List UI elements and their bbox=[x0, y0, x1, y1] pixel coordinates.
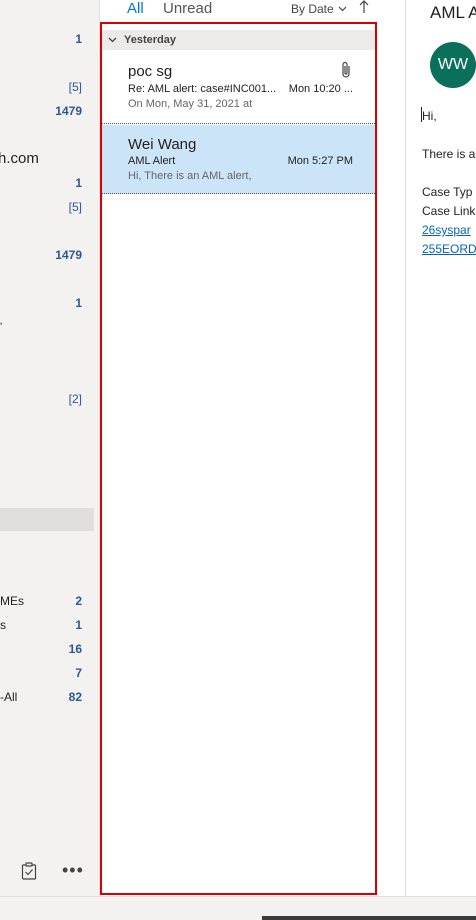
folder-item[interactable]: 7 bbox=[0, 666, 94, 686]
avatar[interactable]: WW bbox=[430, 42, 476, 88]
folder-unread-count: 7 bbox=[75, 666, 82, 680]
message-list: Yesterday poc sg Re: AML alert: case#INC… bbox=[100, 22, 377, 895]
folder-item[interactable]: 1 bbox=[0, 32, 94, 52]
folder-item[interactable]: 1479 bbox=[0, 104, 94, 124]
account-name[interactable]: h.com bbox=[0, 150, 39, 167]
chevron-down-icon bbox=[108, 35, 124, 46]
folder-draft-count: [5] bbox=[68, 80, 82, 94]
folder-item[interactable]: MEs 2 bbox=[0, 594, 94, 614]
reading-pane: AML A WW Hi, There is a Case Typ Case Li… bbox=[405, 0, 476, 896]
selected-folder-row[interactable] bbox=[0, 508, 94, 531]
folder-draft-count: [5] bbox=[68, 200, 82, 214]
chevron-down-icon bbox=[338, 6, 347, 12]
folder-unread-count: 82 bbox=[68, 690, 82, 704]
body-text: There is a bbox=[422, 147, 476, 161]
message-item[interactable]: poc sg Re: AML alert: case#INC001... Mon… bbox=[102, 52, 375, 124]
folder-unread-count: 1479 bbox=[55, 248, 82, 262]
more-options-button[interactable]: ••• bbox=[62, 860, 84, 880]
message-subject: Re: AML alert: case#INC001... bbox=[128, 83, 277, 95]
reading-subject: AML A bbox=[430, 3, 476, 22]
folder-item[interactable]: [2] bbox=[0, 392, 94, 412]
folder-item[interactable]: -All 82 bbox=[0, 690, 94, 710]
folder-unread-count: 1479 bbox=[55, 104, 82, 118]
arrow-up-icon bbox=[359, 0, 369, 13]
folder-truncated-mark: ' bbox=[0, 320, 3, 334]
folder-unread-count: 2 bbox=[75, 594, 82, 608]
taskbar-edge bbox=[262, 916, 476, 920]
folder-item[interactable]: 16 bbox=[0, 642, 94, 662]
folder-item[interactable]: [5] bbox=[0, 200, 94, 220]
folder-unread-count: 1 bbox=[75, 176, 82, 190]
message-time: Mon 10:20 ... bbox=[288, 83, 353, 95]
folder-unread-count: 1 bbox=[75, 618, 82, 632]
message-time: Mon 5:27 PM bbox=[287, 155, 353, 167]
folder-item[interactable]: [5] bbox=[0, 80, 94, 100]
folder-pane: 1 [5] 1479 h.com 1 [5] 1479 1 ' [2] MEs … bbox=[0, 0, 100, 896]
tab-unread[interactable]: Unread bbox=[163, 0, 212, 18]
group-header-yesterday[interactable]: Yesterday bbox=[102, 30, 375, 50]
case-link-continued[interactable]: 255EORD bbox=[422, 242, 476, 256]
tab-all[interactable]: All bbox=[127, 0, 144, 18]
folder-unread-count: 16 bbox=[68, 642, 82, 656]
folder-item[interactable]: s 1 bbox=[0, 618, 94, 638]
sort-direction-button[interactable] bbox=[359, 0, 369, 19]
status-bar bbox=[0, 896, 476, 920]
folder-item[interactable]: 1479 bbox=[0, 248, 94, 268]
clipboard-check-icon[interactable] bbox=[17, 859, 41, 883]
message-preview: Hi, There is an AML alert, bbox=[128, 170, 252, 182]
paperclip-icon bbox=[342, 61, 350, 78]
folder-unread-count: 1 bbox=[75, 32, 82, 46]
folder-draft-count: [2] bbox=[68, 392, 82, 406]
message-list-header: All Unread By Date bbox=[100, 0, 405, 22]
case-link[interactable]: 26syspar bbox=[422, 223, 471, 237]
folder-unread-count: 1 bbox=[75, 296, 82, 310]
message-subject: AML Alert bbox=[128, 155, 176, 167]
message-preview: On Mon, May 31, 2021 at bbox=[128, 98, 253, 110]
message-sender: poc sg bbox=[128, 63, 173, 80]
folder-item[interactable]: 1 bbox=[0, 176, 94, 196]
folder-item[interactable]: 1 bbox=[0, 296, 94, 316]
case-type-label: Case Typ bbox=[422, 185, 473, 199]
sort-by-button[interactable]: By Date bbox=[291, 2, 347, 16]
sort-label: By Date bbox=[291, 2, 334, 16]
case-link-label: Case Link bbox=[422, 204, 476, 218]
message-sender: Wei Wang bbox=[128, 136, 197, 153]
group-label: Yesterday bbox=[124, 34, 176, 46]
message-item-selected[interactable]: Wei Wang AML Alert Mon 5:27 PM Hi, There… bbox=[102, 125, 375, 194]
body-greeting: Hi, bbox=[422, 109, 437, 123]
